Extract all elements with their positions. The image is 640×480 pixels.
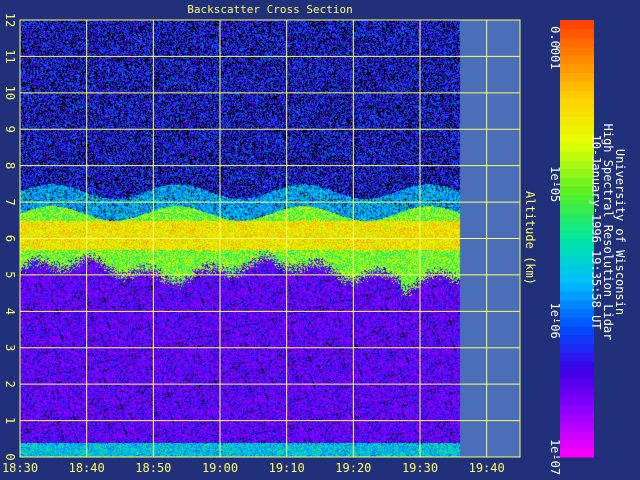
backscatter-chart: Backscatter Cross Section 01234567891011… <box>2 3 627 475</box>
colorbar-segment <box>560 255 594 266</box>
x-tick-label: 19:30 <box>402 461 438 475</box>
colorbar-segment <box>560 273 594 283</box>
colorbar-segment <box>560 422 594 432</box>
y-tick-label: 2 <box>3 381 17 388</box>
y-tick-label: 11 <box>3 49 17 63</box>
colorbar-segment <box>560 212 594 222</box>
x-tick-label: 19:00 <box>202 461 238 475</box>
colorbar-segment <box>560 63 594 73</box>
y-tick-label: 5 <box>3 271 17 278</box>
y-tick-label: 7 <box>3 198 17 205</box>
colorbar-segment <box>560 37 594 47</box>
colorbar-segment <box>560 290 594 301</box>
colorbar-segment <box>560 413 594 423</box>
colorbar-segment <box>560 238 594 248</box>
colorbar-segment <box>560 221 594 231</box>
colorbar-segment <box>560 448 594 458</box>
colorbar-segment <box>560 72 594 82</box>
colorbar-segment <box>560 124 594 135</box>
colorbar-segment <box>560 352 594 362</box>
y-tick-label: 10 <box>3 86 17 100</box>
colorbar-segment <box>560 133 594 143</box>
colorbar-segment <box>560 107 594 117</box>
colorbar-segment <box>560 168 594 178</box>
y-tick-label: 0 <box>3 453 17 460</box>
annotation-line-3: 10-January-1996 19:35:58 UT <box>589 134 603 329</box>
x-tick-label: 19:20 <box>335 461 371 475</box>
colorbar-segment <box>560 229 594 239</box>
colorbar: 1e-07 1e-06 1e-05 0.0001 <box>548 20 594 475</box>
colorbar-segment <box>560 343 594 353</box>
colorbar-segment <box>560 151 594 161</box>
colorbar-segment <box>560 194 594 205</box>
colorbar-segment <box>560 387 594 397</box>
colorbar-segment <box>560 369 594 379</box>
y-tick-label: 9 <box>3 126 17 133</box>
colorbar-segment <box>560 89 594 100</box>
y-tick-label: 6 <box>3 235 17 242</box>
colorbar-segment <box>560 28 594 38</box>
colorbar-segment <box>560 378 594 388</box>
y-tick-label: 3 <box>3 344 17 351</box>
x-axis: 18:30 18:40 18:50 19:00 19:10 19:20 19:30 19:40 <box>2 461 505 475</box>
colorbar-segment <box>560 20 594 30</box>
colorbar-tick-label: 1e-06 <box>548 303 562 339</box>
colorbar-segment <box>560 395 594 406</box>
y-tick-label: 12 <box>3 13 17 27</box>
colorbar-tick-label: 1e-07 <box>548 439 562 475</box>
x-tick-label: 18:40 <box>69 461 105 475</box>
colorbar-segment <box>560 430 594 441</box>
colorbar-segment <box>560 308 594 318</box>
colorbar-tick-label: 0.0001 <box>548 26 562 69</box>
x-tick-label: 18:30 <box>2 461 38 475</box>
colorbar-segment <box>560 159 594 170</box>
x-tick-label: 19:40 <box>469 461 505 475</box>
colorbar-segment <box>560 404 594 414</box>
colorbar-segment <box>560 142 594 152</box>
y-tick-label: 8 <box>3 162 17 169</box>
colorbar-segment <box>560 177 594 187</box>
colorbar-segment <box>560 360 594 371</box>
colorbar-segment <box>560 282 594 292</box>
colorbar-segment <box>560 186 594 196</box>
y-axis: 0123456789101112 <box>3 13 17 461</box>
colorbar-segment <box>560 247 594 257</box>
colorbar-segment <box>560 98 594 108</box>
y-tick-label: 1 <box>3 417 17 424</box>
colorbar-segment <box>560 116 594 126</box>
colorbar-segment <box>560 203 594 213</box>
x-tick-label: 18:50 <box>135 461 171 475</box>
colorbar-segment <box>560 54 594 65</box>
colorbar-segment <box>560 299 594 309</box>
colorbar-segment <box>560 264 594 274</box>
y-axis-title: Altitude (km) <box>523 191 537 285</box>
colorbar-segment <box>560 317 594 327</box>
chart-title: Backscatter Cross Section <box>187 3 353 16</box>
colorbar-segment <box>560 325 594 336</box>
instrument-annotation: University of Wisconsin High Spectral Re… <box>589 124 627 341</box>
colorbar-segment <box>560 334 594 344</box>
colorbar-segment <box>560 439 594 449</box>
colorbar-segment <box>560 46 594 56</box>
x-tick-label: 19:10 <box>269 461 305 475</box>
colorbar-tick-label: 1e-05 <box>548 166 562 202</box>
y-tick-label: 4 <box>3 308 17 315</box>
colorbar-segment <box>560 81 594 91</box>
